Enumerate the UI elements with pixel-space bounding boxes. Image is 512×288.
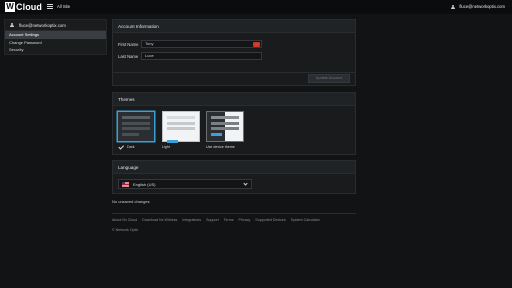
theme-option-light[interactable]: Light [162,111,200,150]
user-menu[interactable]: fluce@networkoptix.com [450,3,505,11]
chevron-down-icon [243,181,248,186]
user-email: fluce@networkoptix.com [459,4,505,9]
top-bar: W Cloud All Site fluce@networkoptix.com [0,0,512,14]
sidebar-item-change-password[interactable]: Change Password [5,39,106,47]
theme-preview-device[interactable] [206,111,244,142]
sidebar: fluce@networkoptix.com Account Settings … [4,19,107,55]
footer-links: About Nx Cloud Download Nx Witness Integ… [112,218,325,222]
last-name-value: Luce [145,53,154,58]
footer-link[interactable]: Privacy [239,218,251,222]
theme-option-device[interactable]: Use device theme [206,111,244,150]
panel-title: Themes [113,93,355,106]
footer-link[interactable]: Integrations [182,218,201,222]
footer-link[interactable]: System Calculator [291,218,320,222]
theme-label-light: Light [162,145,170,149]
footer-link[interactable]: Supported Devices [255,218,285,222]
first-name-label: First Name [118,41,139,47]
last-name-row: Last Name Luce [113,52,355,60]
person-icon [450,4,455,10]
first-name-field[interactable]: Tony ... [141,40,262,48]
menu-icon[interactable] [47,4,53,9]
theme-label-dark: Dark [127,145,135,149]
theme-preview-dark[interactable] [117,111,155,142]
panel-title: Language [113,161,355,174]
panel-title: Account Information [113,20,355,33]
theme-option-dark[interactable]: Dark [117,111,155,150]
person-icon [9,22,14,28]
language-panel: Language English (US) [112,160,356,194]
footer-link[interactable]: About Nx Cloud [112,218,137,222]
check-icon [118,143,125,150]
theme-label-device: Use device theme [206,145,235,149]
account-information-panel: Account Information First Name Tony ... … [112,19,356,86]
sidebar-item-account-settings[interactable]: Account Settings [5,31,106,39]
last-name-field[interactable]: Luce [141,52,262,60]
footer-link[interactable]: Download Nx Witness [142,218,177,222]
autofill-badge-icon[interactable]: ... [253,41,260,47]
logo-text: Cloud [16,2,42,12]
divider [113,72,355,73]
first-name-value: Tony [145,41,154,46]
footer-link[interactable]: Support [206,218,219,222]
footer-link[interactable]: Terms [224,218,234,222]
update-account-button[interactable]: Update Account [308,74,350,83]
divider [112,213,356,214]
language-value: English (US) [133,181,156,187]
last-name-label: Last Name [118,53,139,59]
copyright: © Network Optix [112,228,139,232]
sidebar-user-email: fluce@networkoptix.com [19,22,66,28]
site-selector[interactable]: All Site [57,3,70,11]
save-status: No unsaved changes [112,199,150,204]
language-select[interactable]: English (US) [118,179,252,189]
us-flag-icon [122,181,129,187]
logo[interactable]: W Cloud [5,2,42,12]
logo-mark: W [5,2,15,12]
themes-panel: Themes Dark Light Use device theme [112,92,356,155]
sidebar-item-security[interactable]: Security [5,46,106,54]
sidebar-user: fluce@networkoptix.com [5,20,106,31]
first-name-row: First Name Tony ... [113,40,355,48]
theme-preview-light[interactable] [162,111,200,143]
